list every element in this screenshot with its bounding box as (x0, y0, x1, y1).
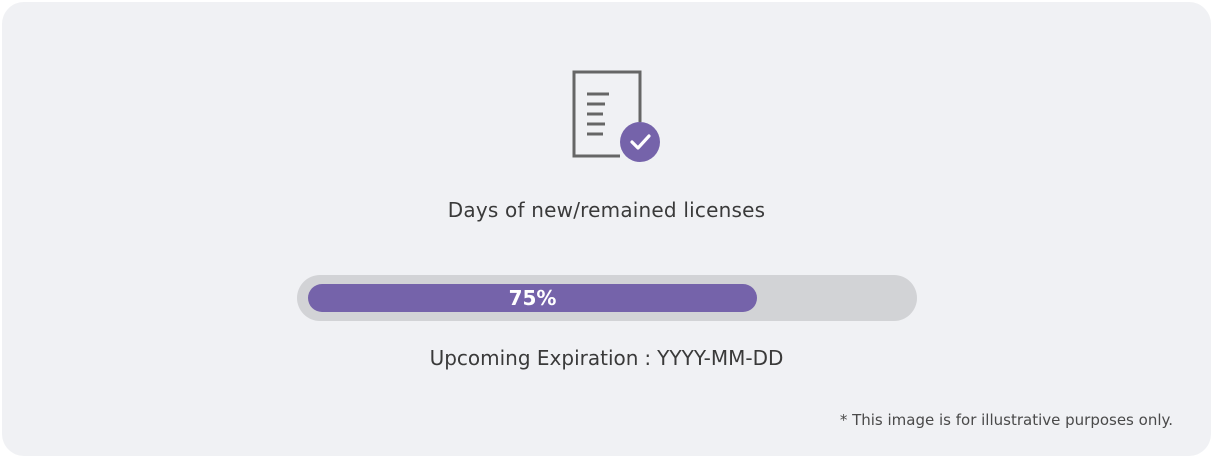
license-progress-label: 75% (508, 286, 557, 310)
check-badge-icon (620, 122, 660, 162)
expiration-label: Upcoming Expiration (429, 346, 639, 370)
license-card: Days of new/remained licenses 75% Upcomi… (2, 2, 1211, 456)
license-title: Days of new/remained licenses (447, 198, 766, 222)
disclaimer-note: * This image is for illustrative purpose… (839, 411, 1173, 429)
expiration-line: Upcoming Expiration: YYYY-MM-DD (2, 346, 1211, 370)
license-progress-bar: 75% (297, 275, 917, 321)
expiration-separator: : (644, 346, 652, 370)
expiration-date: YYYY-MM-DD (657, 346, 784, 370)
license-progress-fill: 75% (308, 284, 757, 312)
document-check-icon (572, 70, 660, 162)
